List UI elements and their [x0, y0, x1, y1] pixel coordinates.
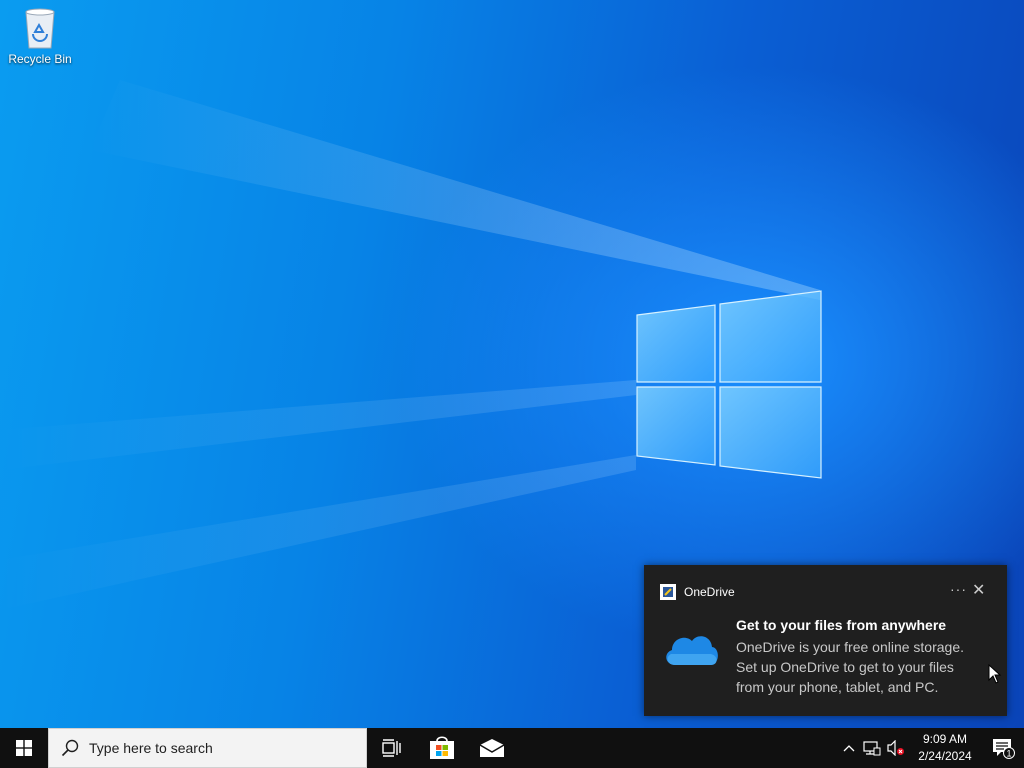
search-placeholder: Type here to search	[89, 740, 213, 756]
recycle-bin-icon	[25, 8, 55, 49]
task-view-icon	[382, 739, 401, 757]
onedrive-cloud-icon	[666, 636, 718, 665]
clock-date: 2/24/2024	[918, 749, 972, 763]
notification-count: 1	[1006, 749, 1011, 759]
more-options-icon[interactable]: ···	[950, 581, 967, 597]
recycle-bin-label: Recycle Bin	[8, 52, 72, 66]
toast-body: OneDrive is your free online storage. Se…	[736, 637, 1001, 697]
toast-title: Get to your files from anywhere	[736, 617, 947, 633]
toast-body-line: Set up OneDrive to get to your files	[736, 659, 954, 675]
search-box[interactable]: Type here to search	[48, 728, 367, 768]
search-icon	[61, 739, 79, 757]
mail-icon	[479, 739, 505, 757]
clock-time: 9:09 AM	[922, 732, 968, 746]
close-icon[interactable]: ✕	[972, 580, 985, 600]
action-center-icon: 1	[993, 739, 1015, 759]
action-center-button[interactable]: 1	[982, 728, 1024, 768]
onedrive-notification[interactable]: OneDrive ··· ✕ Get to your files from an…	[644, 565, 1007, 716]
network-icon[interactable]	[860, 728, 884, 768]
toast-app-name: OneDrive	[684, 585, 735, 599]
mail-button[interactable]	[468, 728, 516, 768]
windows-logo-icon	[16, 740, 32, 756]
onedrive-app-icon	[660, 584, 676, 600]
volume-muted-icon[interactable]	[884, 728, 908, 768]
microsoft-store-button[interactable]	[418, 728, 466, 768]
microsoft-store-icon	[430, 736, 454, 759]
task-view-button[interactable]	[368, 728, 416, 768]
toast-header: OneDrive	[660, 583, 735, 601]
taskbar: Type here to search 9:09 AM 2/24/2024 1	[0, 728, 1024, 768]
desktop[interactable]: Recycle Bin OneDrive ··· ✕ Get to your f…	[0, 0, 1024, 728]
mouse-pointer-icon	[988, 664, 1002, 684]
clock[interactable]: 9:09 AM 2/24/2024	[908, 731, 982, 765]
start-button[interactable]	[0, 728, 48, 768]
recycle-bin-shortcut[interactable]: Recycle Bin	[4, 6, 76, 66]
toast-body-line: from your phone, tablet, and PC.	[736, 679, 939, 695]
chevron-up-icon[interactable]	[838, 728, 860, 768]
toast-body-line: OneDrive is your free online storage.	[736, 639, 964, 655]
